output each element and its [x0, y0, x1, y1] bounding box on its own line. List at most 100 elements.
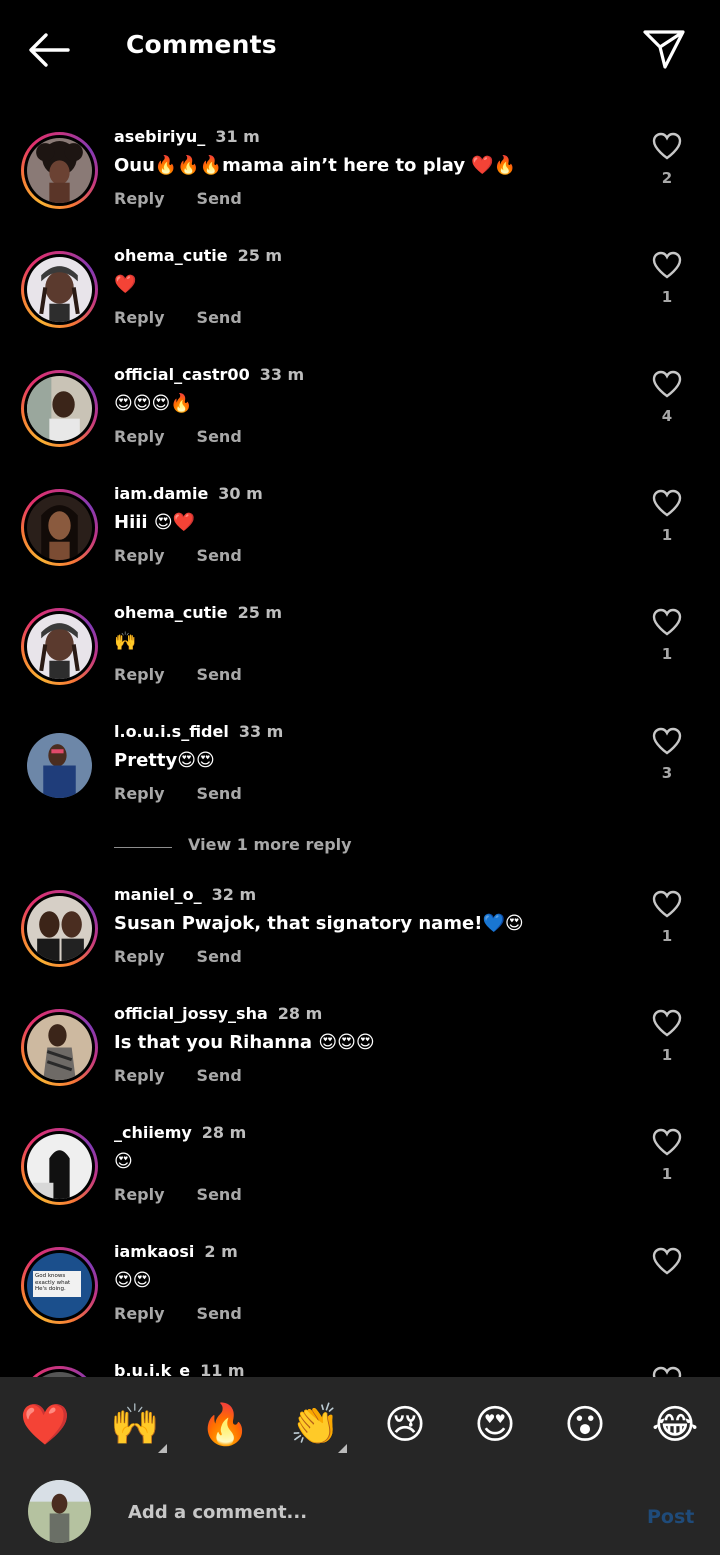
- story-ring[interactable]: [21, 1366, 98, 1377]
- send-button[interactable]: Send: [197, 189, 242, 208]
- comment-text: 😍: [114, 1151, 133, 1172]
- heart-icon[interactable]: [651, 1246, 683, 1276]
- reply-button[interactable]: Reply: [114, 1304, 165, 1323]
- avatar: God knows exactly what He's doing.: [27, 1253, 92, 1318]
- comment-item: _chiiemy 28 m 😍 Reply Send 1: [0, 1119, 720, 1238]
- avatar: [27, 1015, 92, 1080]
- avatar: [27, 896, 92, 961]
- username[interactable]: iamkaosi: [114, 1242, 194, 1261]
- send-button[interactable]: Send: [197, 784, 242, 803]
- username[interactable]: maniel_o_: [114, 885, 202, 904]
- variant-indicator: [338, 1444, 347, 1453]
- avatar: [27, 257, 92, 322]
- avatar: [27, 495, 92, 560]
- emoji-heart-eyes[interactable]: 😍: [467, 1397, 523, 1453]
- send-button[interactable]: Send: [197, 546, 242, 565]
- heart-icon[interactable]: [651, 607, 683, 637]
- comment-item: l.o.u.i.s_fidel 33 m Pretty😍😍 Reply Send 3: [0, 718, 720, 837]
- divider: [114, 847, 172, 848]
- comment-text: Susan Pwajok, that signatory name!💙😍: [114, 913, 524, 934]
- heart-icon[interactable]: [651, 488, 683, 518]
- heart-icon[interactable]: [651, 889, 683, 919]
- send-button[interactable]: Send: [197, 308, 242, 327]
- comment-text: Ouu🔥🔥🔥mama ain’t here to play ❤️🔥: [114, 155, 517, 176]
- story-ring[interactable]: [21, 370, 98, 447]
- like-count: 1: [661, 1046, 673, 1064]
- avatar: [27, 614, 92, 679]
- send-button[interactable]: Send: [197, 665, 242, 684]
- reply-button[interactable]: Reply: [114, 546, 165, 565]
- story-ring[interactable]: [21, 1009, 98, 1086]
- comments-screen: Comments asebiriyu_ 31 m Ouu🔥🔥🔥mama ain’t…: [0, 0, 720, 1555]
- heart-icon[interactable]: [651, 369, 683, 399]
- username[interactable]: official_jossy_sha: [114, 1004, 268, 1023]
- story-ring[interactable]: [21, 489, 98, 566]
- username[interactable]: l.o.u.i.s_fidel: [114, 722, 229, 741]
- send-button[interactable]: Send: [197, 1066, 242, 1085]
- reply-button[interactable]: Reply: [114, 427, 165, 446]
- emoji-surprised[interactable]: 😮: [557, 1397, 613, 1453]
- avatar: [27, 138, 92, 203]
- avatar-quote-card: God knows exactly what He's doing.: [33, 1271, 81, 1297]
- header: Comments: [0, 0, 720, 100]
- reply-button[interactable]: Reply: [114, 308, 165, 327]
- username[interactable]: ohema_cutie: [114, 603, 228, 622]
- timestamp: 25 m: [237, 603, 283, 622]
- story-ring[interactable]: [21, 608, 98, 685]
- username[interactable]: b.u.i.k_e: [114, 1361, 190, 1377]
- story-ring[interactable]: God knows exactly what He's doing.: [21, 1247, 98, 1324]
- username[interactable]: _chiiemy: [114, 1123, 192, 1142]
- reply-button[interactable]: Reply: [114, 665, 165, 684]
- send-button[interactable]: Send: [197, 1185, 242, 1204]
- comment-input[interactable]: [126, 1496, 610, 1528]
- username[interactable]: ohema_cutie: [114, 246, 228, 265]
- page-title: Comments: [126, 30, 277, 59]
- like-count: 1: [661, 288, 673, 306]
- post-button[interactable]: Post: [647, 1506, 694, 1528]
- username[interactable]: asebiriyu_: [114, 127, 205, 146]
- heart-icon[interactable]: [651, 250, 683, 280]
- send-button[interactable]: Send: [197, 427, 242, 446]
- story-ring[interactable]: [21, 251, 98, 328]
- story-ring[interactable]: [21, 890, 98, 967]
- send-button[interactable]: Send: [197, 947, 242, 966]
- emoji-raised-hands[interactable]: 🙌: [107, 1397, 167, 1453]
- heart-icon[interactable]: [651, 1365, 683, 1377]
- reply-button[interactable]: Reply: [114, 947, 165, 966]
- story-ring[interactable]: [21, 1128, 98, 1205]
- timestamp: 28 m: [277, 1004, 323, 1023]
- story-ring[interactable]: [21, 132, 98, 209]
- emoji-crying[interactable]: 😢: [377, 1397, 433, 1453]
- my-avatar[interactable]: [28, 1480, 91, 1543]
- reply-button[interactable]: Reply: [114, 1066, 165, 1085]
- reply-button[interactable]: Reply: [114, 1185, 165, 1204]
- avatar-frame[interactable]: [21, 727, 98, 804]
- like-count: 3: [661, 764, 673, 782]
- emoji-heart[interactable]: ❤️: [17, 1397, 73, 1453]
- emoji-clap[interactable]: 👏: [287, 1397, 347, 1453]
- emoji-fire[interactable]: 🔥: [197, 1397, 253, 1453]
- back-arrow-icon[interactable]: [26, 28, 72, 72]
- send-button[interactable]: Send: [197, 1304, 242, 1323]
- username[interactable]: official_castr00: [114, 365, 250, 384]
- comment-item: official_castr00 33 m 😍😍😍🔥 Reply Send 4: [0, 361, 720, 480]
- emoji-laughing[interactable]: 😂: [647, 1397, 703, 1453]
- comment-text: 😍😍: [114, 1270, 152, 1291]
- view-more-label[interactable]: View 1 more reply: [188, 835, 352, 854]
- comment-item: God knows exactly what He's doing. iamka…: [0, 1238, 720, 1357]
- reply-button[interactable]: Reply: [114, 189, 165, 208]
- comment-text: Is that you Rihanna 😍😍😍: [114, 1032, 375, 1053]
- username[interactable]: iam.damie: [114, 484, 208, 503]
- like-count: 1: [661, 526, 673, 544]
- like-count: 1: [661, 645, 673, 663]
- heart-icon[interactable]: [651, 1008, 683, 1038]
- heart-icon[interactable]: [651, 1127, 683, 1157]
- heart-icon[interactable]: [651, 726, 683, 756]
- comment-item: iam.damie 30 m Hiii 😍❤️ Reply Send 1: [0, 480, 720, 599]
- comment-item: ohema_cutie 25 m 🙌 Reply Send 1: [0, 599, 720, 718]
- avatar: [27, 1134, 92, 1199]
- reply-button[interactable]: Reply: [114, 784, 165, 803]
- direct-share-icon[interactable]: [641, 26, 687, 72]
- heart-icon[interactable]: [651, 131, 683, 161]
- comment-list[interactable]: asebiriyu_ 31 m Ouu🔥🔥🔥mama ain’t here to …: [0, 100, 720, 1377]
